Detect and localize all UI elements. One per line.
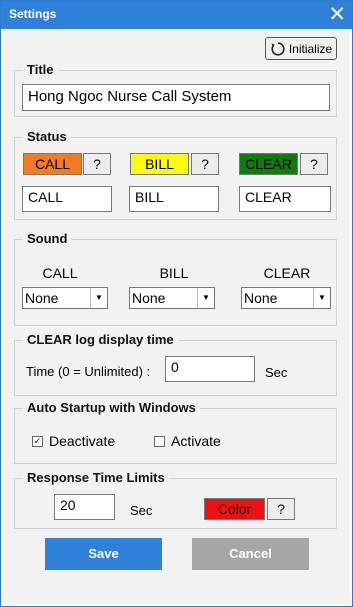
- clear-log-unit: Sec: [265, 365, 288, 380]
- chevron-down-icon[interactable]: ▼: [90, 288, 107, 308]
- settings-body: Initialize Title Hong Ngoc Nurse Call Sy…: [3, 30, 350, 604]
- refresh-icon: [270, 41, 286, 57]
- response-time-group: Response Time Limits 20 Sec Color ?: [14, 470, 337, 529]
- sound-bill-heading: BILL: [159, 265, 189, 281]
- response-help-button[interactable]: ?: [267, 498, 295, 520]
- activate-checkbox[interactable]: [154, 435, 165, 447]
- status-call-input[interactable]: CALL: [22, 186, 112, 212]
- chevron-down-icon[interactable]: ▼: [197, 288, 214, 308]
- sound-group: Sound CALL None ▼ BILL None ▼ CLEAR None…: [14, 231, 337, 326]
- clear-log-time-label: Time (0 = Unlimited) :: [26, 364, 151, 379]
- sound-clear-selected: None: [244, 290, 278, 306]
- status-bill-help-button[interactable]: ?: [191, 153, 219, 175]
- save-button[interactable]: Save: [45, 538, 162, 570]
- sound-call-heading: CALL: [42, 265, 78, 281]
- cancel-button[interactable]: Cancel: [192, 538, 309, 570]
- status-clear-button[interactable]: CLEAR: [239, 153, 298, 175]
- status-call-help-button[interactable]: ?: [83, 153, 111, 175]
- status-clear-input[interactable]: CLEAR: [239, 186, 331, 212]
- status-group-label: Status: [23, 129, 71, 144]
- title-group-label: Title: [23, 62, 58, 77]
- settings-window: Settings ✕ Initialize Title Hong Ngoc Nu…: [0, 0, 353, 607]
- clear-log-group-label: CLEAR log display time: [23, 332, 178, 347]
- response-time-group-label: Response Time Limits: [23, 470, 169, 485]
- status-bill-input[interactable]: BILL: [129, 186, 219, 212]
- close-icon[interactable]: ✕: [328, 2, 346, 28]
- auto-startup-group-label: Auto Startup with Windows: [23, 400, 200, 415]
- sound-bill-select[interactable]: None ▼: [129, 287, 215, 309]
- sound-call-select[interactable]: None ▼: [22, 287, 108, 309]
- clear-log-group: CLEAR log display time Time (0 = Unlimit…: [14, 332, 337, 396]
- title-input[interactable]: Hong Ngoc Nurse Call System: [22, 84, 330, 111]
- initialize-label: Initialize: [288, 41, 333, 56]
- clear-log-time-input[interactable]: 0: [165, 356, 255, 382]
- status-group: Status CALL ? CALL BILL ? BILL CLEAR ? C…: [14, 129, 337, 220]
- deactivate-label: Deactivate: [49, 433, 116, 449]
- deactivate-checkbox[interactable]: ✓: [32, 435, 43, 447]
- response-time-unit: Sec: [130, 503, 153, 518]
- sound-call-selected: None: [25, 290, 59, 306]
- status-clear-help-button[interactable]: ?: [300, 153, 328, 175]
- deactivate-option[interactable]: ✓ Deactivate: [32, 433, 115, 449]
- sound-bill-selected: None: [132, 290, 166, 306]
- sound-group-label: Sound: [23, 231, 72, 246]
- response-color-button[interactable]: Color: [204, 498, 265, 520]
- auto-startup-group: Auto Startup with Windows ✓ Deactivate A…: [14, 400, 337, 464]
- response-time-input[interactable]: 20: [54, 494, 115, 520]
- activate-label: Activate: [171, 433, 221, 449]
- chevron-down-icon[interactable]: ▼: [313, 288, 330, 308]
- status-call-button[interactable]: CALL: [23, 153, 82, 175]
- sound-clear-select[interactable]: None ▼: [241, 287, 331, 309]
- initialize-button[interactable]: Initialize: [265, 37, 337, 60]
- window-title: Settings: [9, 7, 57, 21]
- sound-clear-heading: CLEAR: [263, 265, 311, 281]
- title-group: Title Hong Ngoc Nurse Call System: [14, 62, 337, 117]
- title-bar: Settings ✕: [1, 1, 352, 29]
- activate-option[interactable]: Activate: [154, 433, 221, 449]
- status-bill-button[interactable]: BILL: [130, 153, 189, 175]
